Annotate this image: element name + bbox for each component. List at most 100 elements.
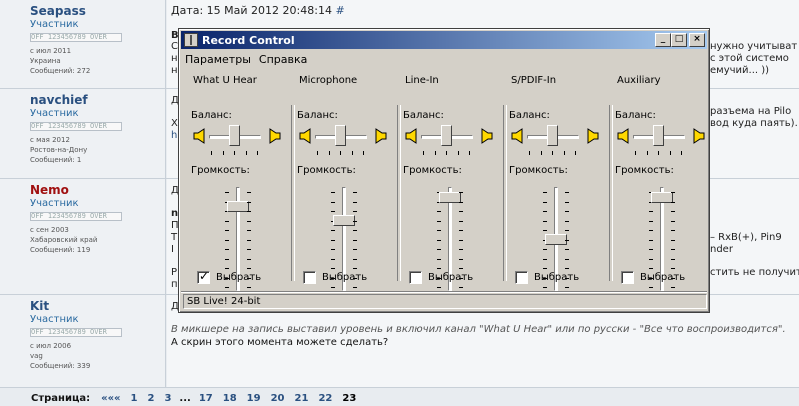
post-text: А скрин этого момента можете сделать? <box>171 337 389 348</box>
balance-slider-thumb[interactable] <box>335 125 346 146</box>
pagination-page[interactable]: 3 <box>164 393 171 404</box>
post-text-fragment: – RxB(+), Pin9 <box>710 232 782 243</box>
username[interactable]: Seapass <box>30 4 165 18</box>
title-bar[interactable]: Record Control _ □ × <box>181 31 707 49</box>
select-checkbox-row[interactable]: Выбрать <box>515 271 579 284</box>
post-text-fragment: емучий... )) <box>710 65 770 76</box>
select-checkbox-row[interactable]: Выбрать <box>621 271 685 284</box>
post-text-fragment: Х <box>171 118 178 129</box>
volume-slider-thumb[interactable] <box>651 191 673 203</box>
speaker-left-icon <box>193 128 205 144</box>
channel-strip: Баланс: Громкость: Выбрать <box>609 99 715 291</box>
volume-slider-thumb[interactable] <box>545 234 567 245</box>
menu-bar: Параметры Справка <box>181 50 707 68</box>
username[interactable]: navchief <box>30 93 165 107</box>
pagination-page[interactable]: 22 <box>318 393 332 404</box>
balance-ticks <box>317 151 365 155</box>
user-rating-bar: OFF 123456789 OVER <box>30 33 122 42</box>
pagination-page[interactable]: 19 <box>247 393 261 404</box>
user-rank: Участник <box>30 19 79 30</box>
channel-strip: Баланс: Громкость: Выбрать <box>503 99 609 291</box>
speaker-left-icon <box>299 128 311 144</box>
user-rank: Участник <box>30 108 79 119</box>
pagination-page[interactable]: 18 <box>223 393 237 404</box>
user-info: Kit Участник OFF 123456789 OVER с июл 20… <box>0 295 166 387</box>
balance-slider-thumb[interactable] <box>441 125 452 146</box>
username[interactable]: Nemo <box>30 183 165 197</box>
channel-strip: Баланс: Громкость: Выбрать <box>397 99 503 291</box>
user-messages: Сообщений: 119 <box>30 246 91 254</box>
post-text-fragment: вод куда паять). <box>710 118 798 129</box>
select-checkbox[interactable] <box>303 271 316 284</box>
speaker-left-icon <box>405 128 417 144</box>
pagination: Страница: ««« 1 2 3 ... 17 18 19 20 21 2… <box>0 390 799 406</box>
balance-ticks <box>423 151 471 155</box>
pagination-page[interactable]: 21 <box>295 393 309 404</box>
pagination-first[interactable]: ««« <box>101 393 120 404</box>
select-checkbox[interactable] <box>409 271 422 284</box>
balance-slider-thumb[interactable] <box>547 125 558 146</box>
pagination-page[interactable]: 20 <box>271 393 285 404</box>
post-text-fragment: Т <box>171 232 178 243</box>
select-label: Выбрать <box>322 272 368 283</box>
post-link-fragment[interactable]: h <box>171 130 177 141</box>
menu-help[interactable]: Справка <box>255 53 311 66</box>
user-location: vag <box>30 352 43 360</box>
username[interactable]: Kit <box>30 299 165 313</box>
user-since: с июл 2011 <box>30 47 72 55</box>
volume-label: Громкость: <box>403 165 462 176</box>
speaker-right-icon <box>481 128 493 144</box>
select-label: Выбрать <box>640 272 686 283</box>
post-text-fragment: п <box>171 279 178 290</box>
volume-slider-thumb[interactable] <box>439 191 461 203</box>
pagination-page[interactable]: 17 <box>199 393 213 404</box>
status-device-name: SB Live! 24-bit <box>183 293 707 309</box>
user-since: с сен 2003 <box>30 226 69 234</box>
post-text-fragment: стить не получит <box>710 267 799 278</box>
balance-label: Баланс: <box>191 110 232 121</box>
balance-label: Баланс: <box>403 110 444 121</box>
menu-options[interactable]: Параметры <box>181 53 255 66</box>
post-date-text: Дата: 15 Май 2012 20:48:14 <box>171 4 332 17</box>
select-checkbox[interactable] <box>621 271 634 284</box>
channel-name: What U Hear <box>193 75 257 86</box>
record-control-window: Record Control _ □ × Параметры Справка W… <box>178 28 710 313</box>
select-checkbox[interactable] <box>197 269 210 284</box>
post-date: Дата: 15 Май 2012 20:48:14 # <box>171 4 799 17</box>
select-checkbox-row[interactable]: Выбрать <box>409 271 473 284</box>
mixer-icon <box>184 33 198 47</box>
user-rank: Участник <box>30 314 79 325</box>
speaker-right-icon <box>269 128 281 144</box>
channel-strip: Баланс: Громкость: Выбрать <box>291 99 397 291</box>
post-text-fragment: с этой системо <box>710 53 789 64</box>
pagination-page[interactable]: 1 <box>131 393 138 404</box>
volume-slider-thumb[interactable] <box>333 215 355 227</box>
pagination-page[interactable]: 2 <box>147 393 154 404</box>
close-button[interactable]: × <box>689 33 705 47</box>
balance-slider-thumb[interactable] <box>653 125 664 146</box>
select-checkbox[interactable] <box>515 271 528 284</box>
select-label: Выбрать <box>534 272 580 283</box>
channel-name: S/PDIF-In <box>511 75 557 86</box>
maximize-button[interactable]: □ <box>671 33 687 47</box>
user-location: Украина <box>30 57 61 65</box>
post-anchor-link[interactable]: # <box>335 4 344 17</box>
user-location: Ростов-на-Дону <box>30 146 88 154</box>
select-checkbox-row[interactable]: Выбрать <box>197 269 262 284</box>
user-info: navchief Участник OFF 123456789 OVER с м… <box>0 89 166 178</box>
balance-ticks <box>529 151 577 155</box>
pagination-label: Страница: <box>31 392 91 404</box>
select-checkbox-row[interactable]: Выбрать <box>303 271 367 284</box>
volume-slider-thumb[interactable] <box>227 201 249 213</box>
minimize-button[interactable]: _ <box>655 33 671 47</box>
volume-label: Громкость: <box>191 165 250 176</box>
balance-label: Баланс: <box>297 110 338 121</box>
user-messages: Сообщений: 339 <box>30 362 91 370</box>
balance-slider-thumb[interactable] <box>229 125 240 146</box>
user-rank: Участник <box>30 198 79 209</box>
volume-label: Громкость: <box>509 165 568 176</box>
user-meta: с июл 2011 Украина Сообщений: 272 <box>30 46 165 76</box>
user-location: Хабаровский край <box>30 236 98 244</box>
post-text-fragment: I <box>171 244 174 255</box>
select-label: Выбрать <box>216 272 262 283</box>
